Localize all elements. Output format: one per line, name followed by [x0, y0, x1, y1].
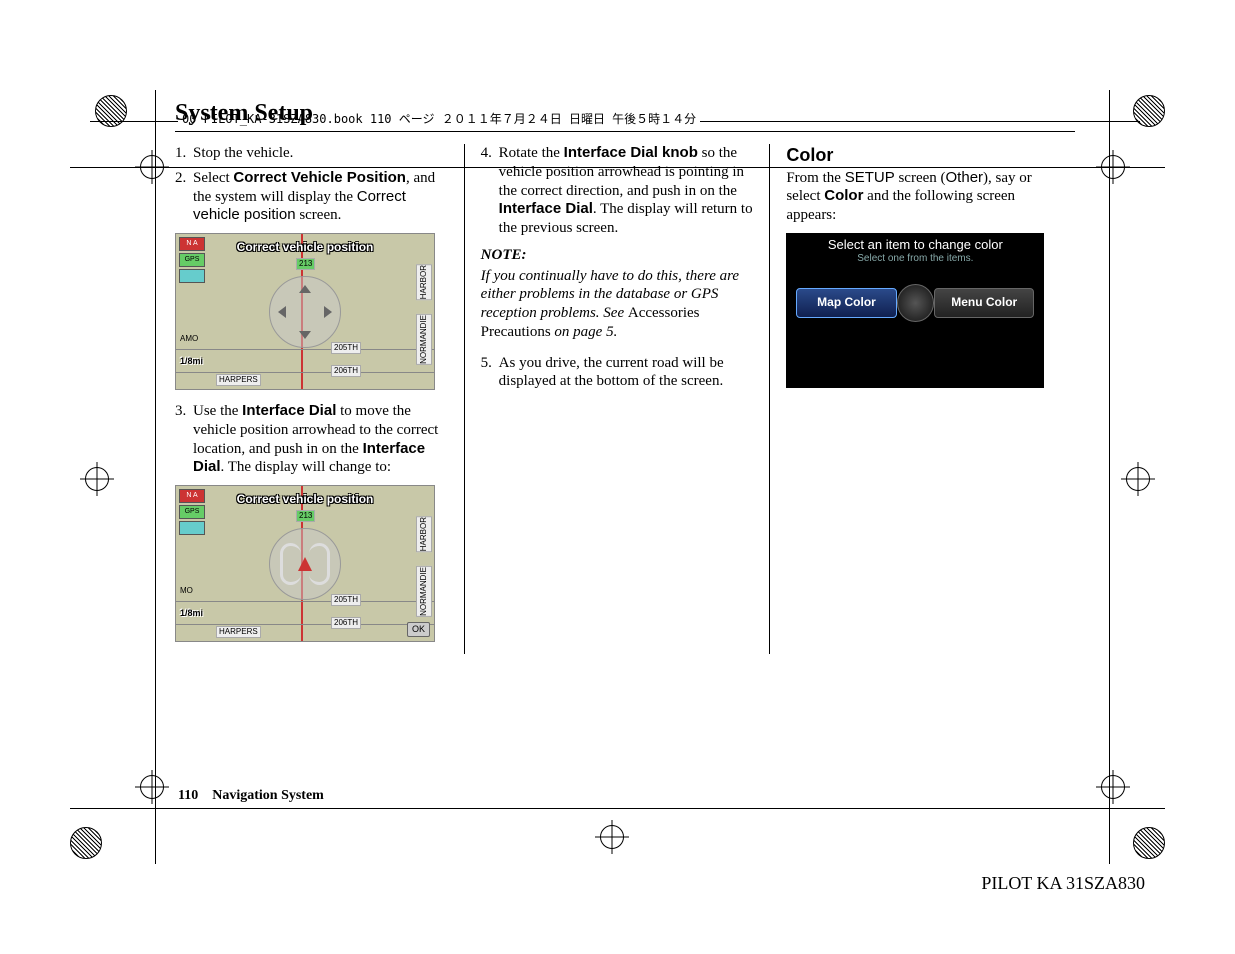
step-text: As you drive, the current road will be d…: [499, 354, 754, 392]
screenshot-correct-position-2: Correct vehicle position N A GPS 205TH 2…: [175, 485, 435, 642]
doc-id: PILOT KA 31SZA830: [981, 873, 1145, 894]
road-label: 205TH: [331, 342, 361, 354]
step-text: Use the Interface Dial to move the vehic…: [193, 402, 448, 477]
step-text: Rotate the Interface Dial knob so the ve…: [499, 144, 754, 238]
scale-badge: 1/8mi: [180, 356, 203, 367]
road-line: [176, 624, 434, 625]
screenshot-correct-position-1: Correct vehicle position N A GPS 205TH 2…: [175, 233, 435, 390]
gps-icon: GPS: [179, 253, 205, 267]
road-label: HARPERS: [216, 626, 261, 638]
screenshot-color-menu: Select an item to change color Select on…: [786, 233, 1044, 388]
road-label: AMO: [178, 334, 200, 344]
section-intro: From the SETUP screen (Other), say or se…: [786, 169, 1059, 225]
hatch-mark: [1133, 95, 1165, 127]
column-1: 1. Stop the vehicle. 2. Select Correct V…: [175, 144, 464, 654]
screenshot-title: Correct vehicle position: [237, 492, 374, 507]
chip-icon: [179, 521, 205, 535]
step-number: 1.: [175, 144, 193, 163]
road-label: HARBOR: [416, 264, 432, 300]
road-label: 206TH: [331, 617, 361, 629]
ok-button: OK: [407, 622, 430, 637]
crop-line: [1109, 90, 1110, 864]
screenshot-title: Select an item to change color: [786, 233, 1044, 253]
rotate-right-icon: [309, 543, 330, 585]
dial-icon: [897, 284, 934, 322]
road-label: 213: [296, 510, 315, 522]
note-body: If you continually have to do this, ther…: [481, 267, 754, 342]
rotate-dial: [269, 528, 341, 600]
title-rule: [175, 131, 1075, 132]
road-line: [176, 372, 434, 373]
arrow-right-icon: [324, 306, 332, 318]
registration-mark: [85, 467, 109, 491]
step-number: 2.: [175, 169, 193, 225]
road-label: NORMANDIE: [416, 566, 432, 617]
na-icon: N A: [179, 237, 205, 251]
road-label: HARPERS: [216, 374, 261, 386]
chip-icon: [179, 269, 205, 283]
arrow-down-icon: [299, 331, 311, 339]
gps-icon: GPS: [179, 505, 205, 519]
step-text: Select Correct Vehicle Position, and the…: [193, 169, 448, 225]
direction-pad: [269, 276, 341, 348]
car-arrow-icon: [298, 557, 312, 571]
registration-mark: [1126, 467, 1150, 491]
registration-mark: [140, 775, 164, 799]
map-color-button: Map Color: [796, 288, 896, 318]
footer-left: 110 Navigation System: [178, 788, 324, 804]
crop-line: [155, 90, 156, 864]
road-label: NORMANDIE: [416, 314, 432, 365]
scale-badge: 1/8mi: [180, 608, 203, 619]
arrow-up-icon: [299, 285, 311, 293]
road-line: [176, 601, 434, 602]
road-label: 206TH: [331, 365, 361, 377]
hatch-mark: [95, 95, 127, 127]
step-number: 5.: [481, 354, 499, 392]
hatch-mark: [1133, 827, 1165, 859]
menu-color-button: Menu Color: [934, 288, 1034, 318]
crop-line: [70, 808, 1165, 809]
note-heading: NOTE:: [481, 246, 754, 265]
hatch-mark: [70, 827, 102, 859]
registration-mark: [1101, 775, 1125, 799]
page-number: 110: [178, 788, 198, 803]
step-number: 4.: [481, 144, 499, 238]
road-label: 213: [296, 258, 315, 270]
screenshot-title: Correct vehicle position: [237, 240, 374, 255]
road-label: HARBOR: [416, 516, 432, 552]
registration-mark: [600, 825, 624, 849]
road-label: 205TH: [331, 594, 361, 606]
arrow-left-icon: [278, 306, 286, 318]
road-line: [176, 349, 434, 350]
step-text: Stop the vehicle.: [193, 144, 448, 163]
na-icon: N A: [179, 489, 205, 503]
column-3: Color From the SETUP screen (Other), say…: [769, 144, 1075, 654]
road-label: MO: [178, 586, 195, 596]
page-title: System Setup: [175, 100, 1075, 127]
step-number: 3.: [175, 402, 193, 477]
section-name: Navigation System: [212, 788, 324, 803]
section-heading: Color: [786, 144, 1059, 167]
column-2: 4. Rotate the Interface Dial knob so the…: [464, 144, 770, 654]
screenshot-subtitle: Select one from the items.: [786, 253, 1044, 266]
